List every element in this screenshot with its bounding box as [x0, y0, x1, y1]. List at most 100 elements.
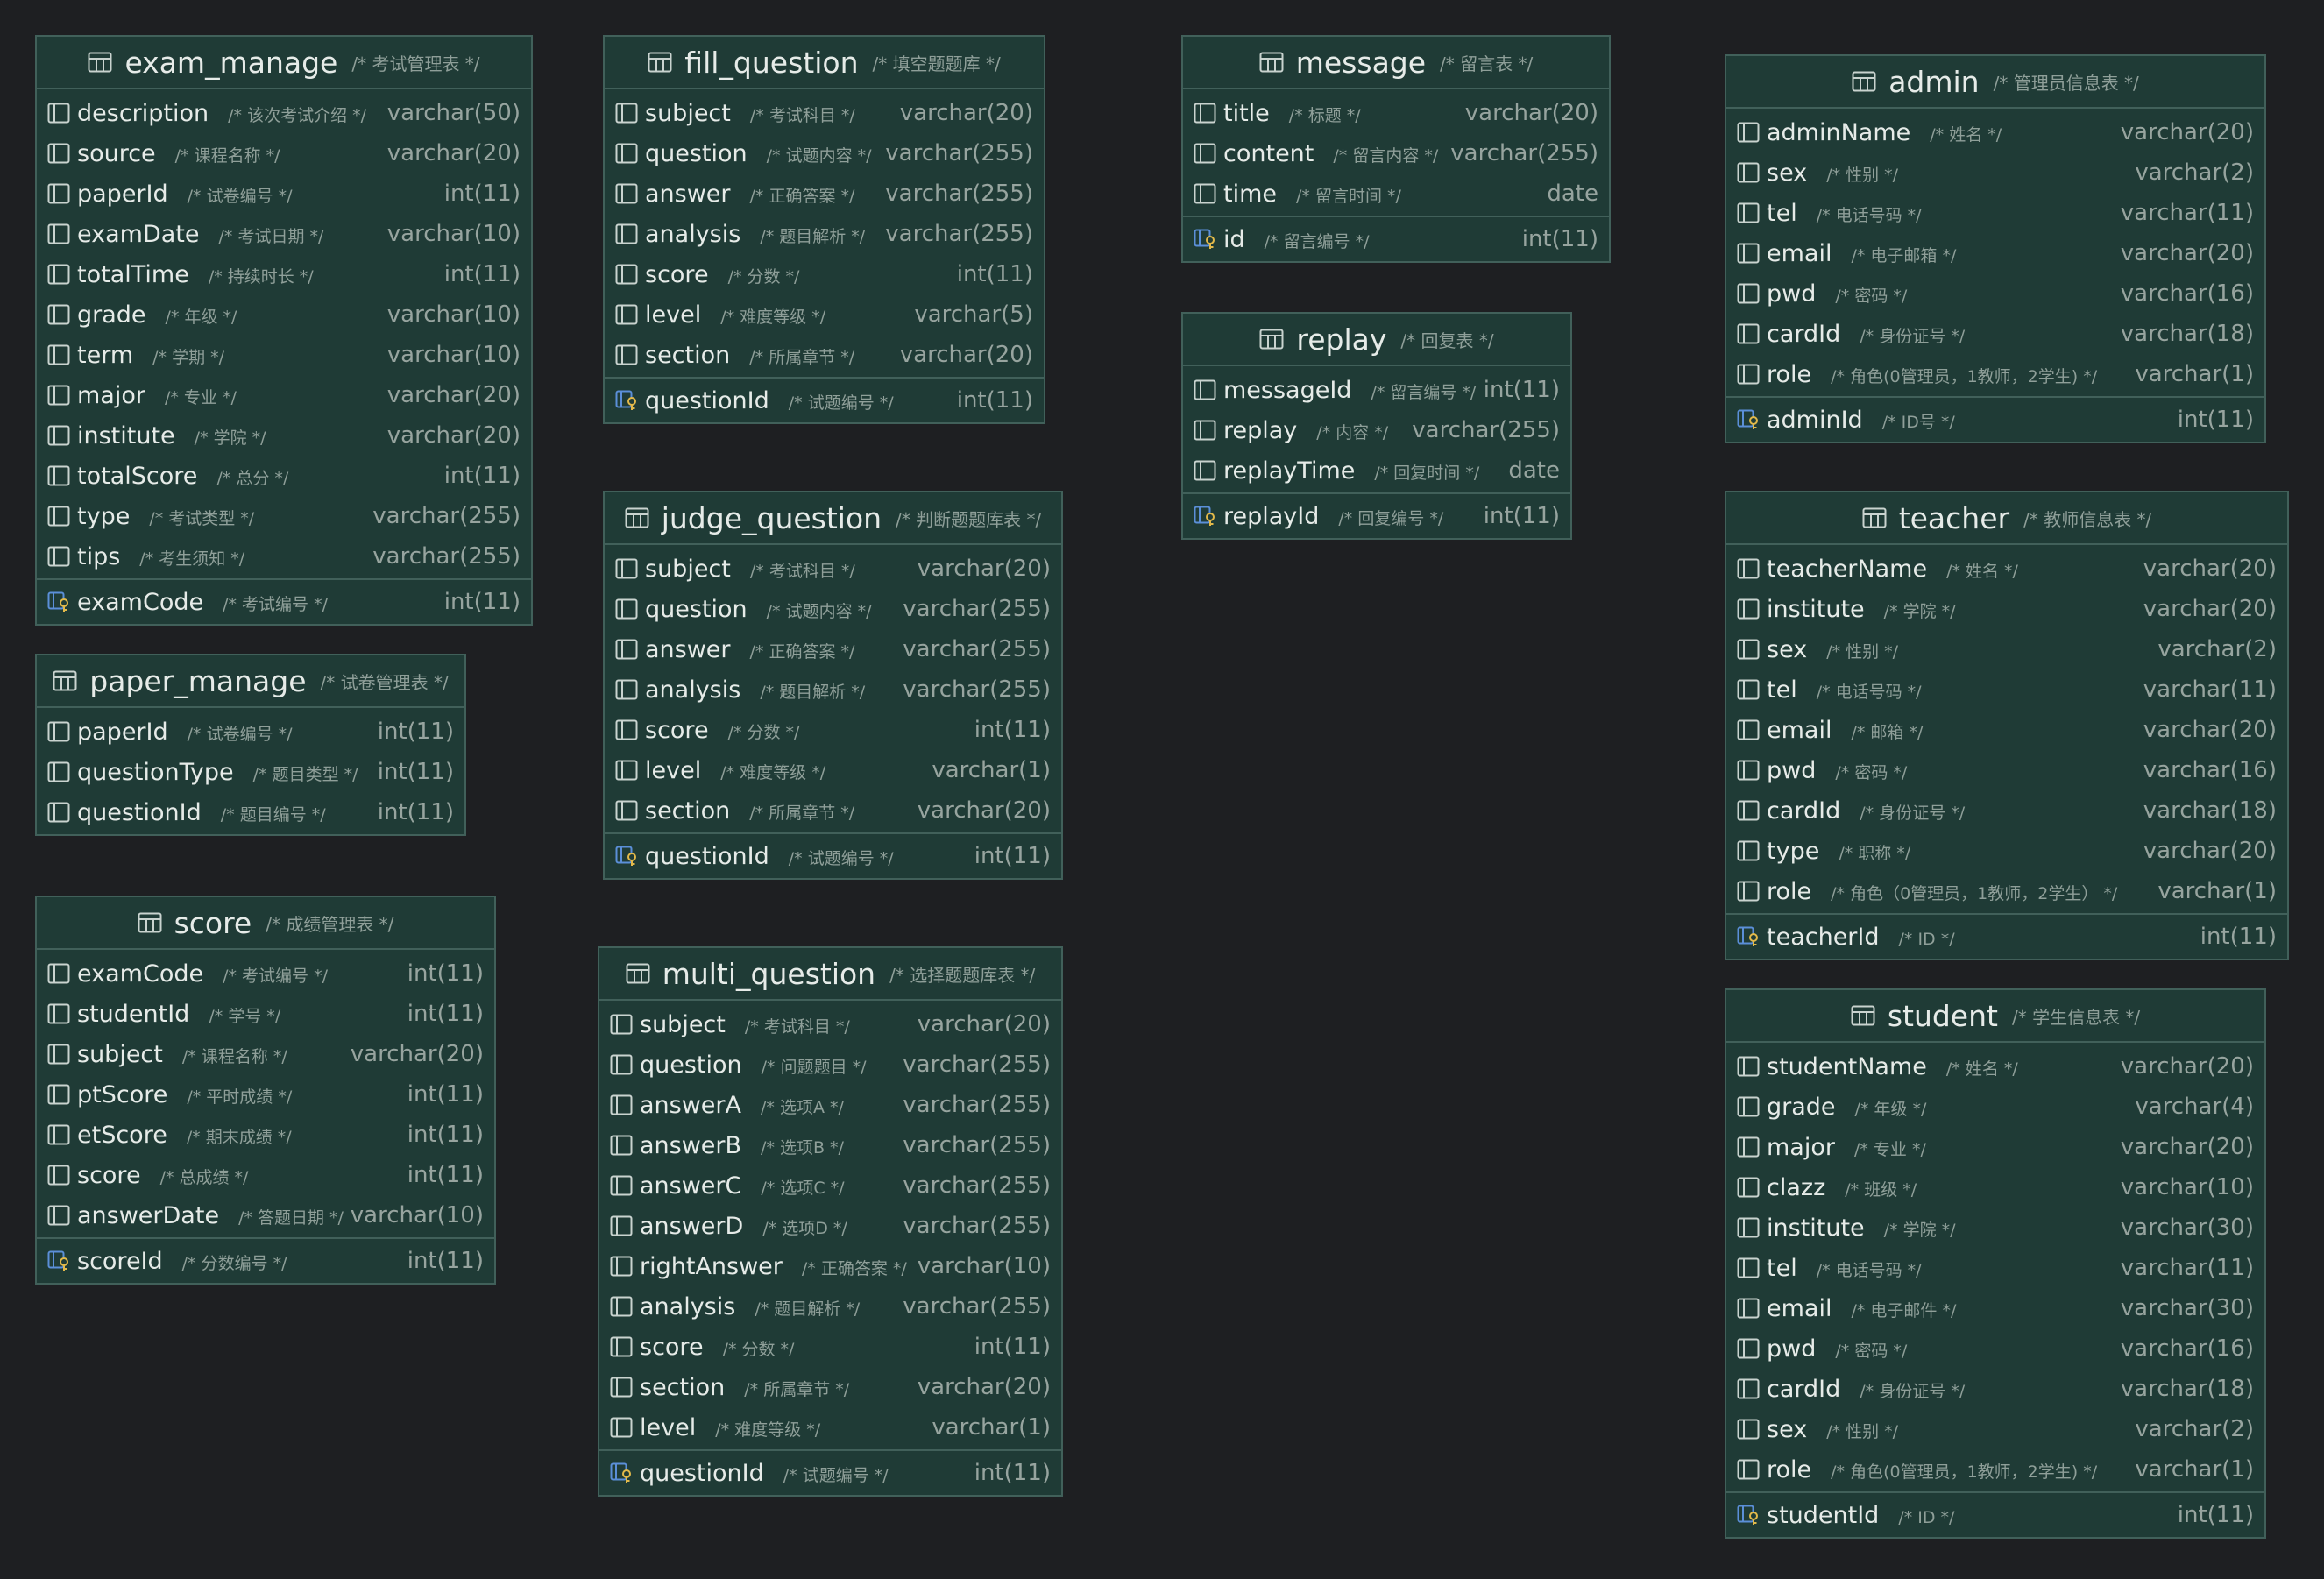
column-row[interactable]: section /* 所属章节 */ varchar(20)	[605, 790, 1061, 831]
column-row[interactable]: sex /* 性别 */ varchar(2)	[1726, 1409, 2264, 1449]
column-row[interactable]: answerD /* 选项D */ varchar(255)	[599, 1206, 1061, 1246]
table-header[interactable]: exam_manage /* 考试管理表 */	[37, 37, 531, 89]
column-row[interactable]: analysis /* 题目解析 */ varchar(255)	[605, 669, 1061, 710]
table-teacher[interactable]: teacher /* 教师信息表 */ teacherName /* 姓名 */ v…	[1725, 491, 2289, 960]
column-row[interactable]: sex /* 性别 */ varchar(2)	[1726, 629, 2287, 669]
primary-key-row[interactable]: teacherId /* ID */ int(11)	[1726, 917, 2287, 957]
column-row[interactable]: etScore /* 期末成绩 */ int(11)	[37, 1115, 494, 1155]
column-row[interactable]: section /* 所属章节 */ varchar(20)	[605, 335, 1044, 375]
column-row[interactable]: institute /* 学院 */ varchar(20)	[1726, 589, 2287, 629]
primary-key-row[interactable]: id /* 留言编号 */ int(11)	[1183, 219, 1609, 259]
table-header[interactable]: student /* 学生信息表 */	[1726, 990, 2264, 1043]
table-header[interactable]: paper_manage /* 试卷管理表 */	[37, 655, 464, 708]
table-multi-question[interactable]: multi_question /* 选择题题库表 */ subject /* 考试…	[598, 946, 1063, 1497]
column-row[interactable]: score /* 分数 */ int(11)	[605, 710, 1061, 750]
table-replay[interactable]: replay /* 回复表 */ messageId /* 留言编号 */ int(…	[1181, 312, 1572, 540]
column-row[interactable]: answer /* 正确答案 */ varchar(255)	[605, 629, 1061, 669]
column-row[interactable]: subject /* 课程名称 */ varchar(20)	[37, 1034, 494, 1074]
column-row[interactable]: question /* 问题题目 */ varchar(255)	[599, 1044, 1061, 1085]
column-row[interactable]: level /* 难度等级 */ varchar(5)	[605, 294, 1044, 335]
primary-key-row[interactable]: questionId /* 试题编号 */ int(11)	[599, 1453, 1061, 1493]
column-row[interactable]: email /* 电子邮件 */ varchar(30)	[1726, 1288, 2264, 1328]
column-row[interactable]: source /* 课程名称 */ varchar(20)	[37, 133, 531, 173]
column-row[interactable]: cardId /* 身份证号 */ varchar(18)	[1726, 314, 2264, 354]
column-row[interactable]: type /* 考试类型 */ varchar(255)	[37, 496, 531, 536]
column-row[interactable]: questionType /* 题目类型 */ int(11)	[37, 752, 464, 792]
column-row[interactable]: sex /* 性别 */ varchar(2)	[1726, 152, 2264, 193]
column-row[interactable]: section /* 所属章节 */ varchar(20)	[599, 1367, 1061, 1407]
column-row[interactable]: grade /* 年级 */ varchar(10)	[37, 294, 531, 335]
column-row[interactable]: type /* 职称 */ varchar(20)	[1726, 831, 2287, 871]
column-row[interactable]: score /* 总成绩 */ int(11)	[37, 1155, 494, 1195]
column-row[interactable]: answerA /* 选项A */ varchar(255)	[599, 1085, 1061, 1125]
column-row[interactable]: ptScore /* 平时成绩 */ int(11)	[37, 1074, 494, 1115]
primary-key-row[interactable]: replayId /* 回复编号 */ int(11)	[1183, 496, 1570, 536]
column-row[interactable]: subject /* 考试科目 */ varchar(20)	[599, 1004, 1061, 1044]
column-row[interactable]: subject /* 考试科目 */ varchar(20)	[605, 549, 1061, 589]
column-row[interactable]: tel /* 电话号码 */ varchar(11)	[1726, 193, 2264, 233]
column-row[interactable]: question /* 试题内容 */ varchar(255)	[605, 589, 1061, 629]
column-row[interactable]: paperId /* 试卷编号 */ int(11)	[37, 173, 531, 214]
column-row[interactable]: score /* 分数 */ int(11)	[599, 1327, 1061, 1367]
column-row[interactable]: pwd /* 密码 */ varchar(16)	[1726, 1328, 2264, 1369]
column-row[interactable]: answerC /* 选项C */ varchar(255)	[599, 1165, 1061, 1206]
column-row[interactable]: score /* 分数 */ int(11)	[605, 254, 1044, 294]
primary-key-row[interactable]: questionId /* 试题编号 */ int(11)	[605, 836, 1061, 876]
table-paper-manage[interactable]: paper_manage /* 试卷管理表 */ paperId /* 试卷编号 …	[35, 654, 466, 836]
column-row[interactable]: question /* 试题内容 */ varchar(255)	[605, 133, 1044, 173]
column-row[interactable]: rightAnswer /* 正确答案 */ varchar(10)	[599, 1246, 1061, 1286]
column-row[interactable]: analysis /* 题目解析 */ varchar(255)	[605, 214, 1044, 254]
column-row[interactable]: cardId /* 身份证号 */ varchar(18)	[1726, 790, 2287, 831]
column-row[interactable]: replayTime /* 回复时间 */ date	[1183, 450, 1570, 491]
column-row[interactable]: totalScore /* 总分 */ int(11)	[37, 456, 531, 496]
primary-key-row[interactable]: scoreId /* 分数编号 */ int(11)	[37, 1241, 494, 1281]
column-row[interactable]: answer /* 正确答案 */ varchar(255)	[605, 173, 1044, 214]
table-admin[interactable]: admin /* 管理员信息表 */ adminName /* 姓名 */ varc…	[1725, 54, 2266, 443]
primary-key-row[interactable]: studentId /* ID */ int(11)	[1726, 1495, 2264, 1535]
table-header[interactable]: multi_question /* 选择题题库表 */	[599, 948, 1061, 1001]
table-header[interactable]: message /* 留言表 */	[1183, 37, 1609, 89]
column-row[interactable]: pwd /* 密码 */ varchar(16)	[1726, 273, 2264, 314]
table-header[interactable]: teacher /* 教师信息表 */	[1726, 492, 2287, 545]
column-row[interactable]: institute /* 学院 */ varchar(30)	[1726, 1207, 2264, 1248]
primary-key-row[interactable]: adminId /* ID号 */ int(11)	[1726, 400, 2264, 440]
column-row[interactable]: institute /* 学院 */ varchar(20)	[37, 415, 531, 456]
table-header[interactable]: fill_question /* 填空题题库 */	[605, 37, 1044, 89]
column-row[interactable]: description /* 该次考试介绍 */ varchar(50)	[37, 93, 531, 133]
table-fill-question[interactable]: fill_question /* 填空题题库 */ subject /* 考试科目…	[603, 35, 1045, 424]
column-row[interactable]: email /* 邮箱 */ varchar(20)	[1726, 710, 2287, 750]
column-row[interactable]: level /* 难度等级 */ varchar(1)	[605, 750, 1061, 790]
column-row[interactable]: studentName /* 姓名 */ varchar(20)	[1726, 1046, 2264, 1087]
column-row[interactable]: examCode /* 考试编号 */ int(11)	[37, 953, 494, 994]
column-row[interactable]: cardId /* 身份证号 */ varchar(18)	[1726, 1369, 2264, 1409]
column-row[interactable]: analysis /* 题目解析 */ varchar(255)	[599, 1286, 1061, 1327]
table-header[interactable]: admin /* 管理员信息表 */	[1726, 56, 2264, 109]
column-row[interactable]: role /* 角色（0管理员，1教师，2学生） */ varchar(1)	[1726, 871, 2287, 911]
table-score[interactable]: score /* 成绩管理表 */ examCode /* 考试编号 */ int(…	[35, 896, 496, 1285]
column-row[interactable]: major /* 专业 */ varchar(20)	[37, 375, 531, 415]
column-row[interactable]: tips /* 考生须知 */ varchar(255)	[37, 536, 531, 577]
column-row[interactable]: totalTime /* 持续时长 */ int(11)	[37, 254, 531, 294]
table-header[interactable]: replay /* 回复表 */	[1183, 314, 1570, 366]
column-row[interactable]: examDate /* 考试日期 */ varchar(10)	[37, 214, 531, 254]
column-row[interactable]: subject /* 考试科目 */ varchar(20)	[605, 93, 1044, 133]
table-exam-manage[interactable]: exam_manage /* 考试管理表 */ description /* 该次…	[35, 35, 533, 626]
column-row[interactable]: content /* 留言内容 */ varchar(255)	[1183, 133, 1609, 173]
column-row[interactable]: studentId /* 学号 */ int(11)	[37, 994, 494, 1034]
table-message[interactable]: message /* 留言表 */ title /* 标题 */ varchar(2…	[1181, 35, 1611, 263]
column-row[interactable]: role /* 角色(0管理员，1教师，2学生) */ varchar(1)	[1726, 1449, 2264, 1490]
column-row[interactable]: paperId /* 试卷编号 */ int(11)	[37, 712, 464, 752]
column-row[interactable]: role /* 角色(0管理员，1教师，2学生) */ varchar(1)	[1726, 354, 2264, 394]
table-judge-question[interactable]: judge_question /* 判断题题库表 */ subject /* 考试…	[603, 491, 1063, 880]
column-row[interactable]: clazz /* 班级 */ varchar(10)	[1726, 1167, 2264, 1207]
column-row[interactable]: answerDate /* 答题日期 */ varchar(10)	[37, 1195, 494, 1236]
table-header[interactable]: judge_question /* 判断题题库表 */	[605, 492, 1061, 545]
column-row[interactable]: grade /* 年级 */ varchar(4)	[1726, 1087, 2264, 1127]
column-row[interactable]: email /* 电子邮箱 */ varchar(20)	[1726, 233, 2264, 273]
column-row[interactable]: teacherName /* 姓名 */ varchar(20)	[1726, 549, 2287, 589]
column-row[interactable]: time /* 留言时间 */ date	[1183, 173, 1609, 214]
column-row[interactable]: major /* 专业 */ varchar(20)	[1726, 1127, 2264, 1167]
column-row[interactable]: answerB /* 选项B */ varchar(255)	[599, 1125, 1061, 1165]
column-row[interactable]: term /* 学期 */ varchar(10)	[37, 335, 531, 375]
column-row[interactable]: pwd /* 密码 */ varchar(16)	[1726, 750, 2287, 790]
